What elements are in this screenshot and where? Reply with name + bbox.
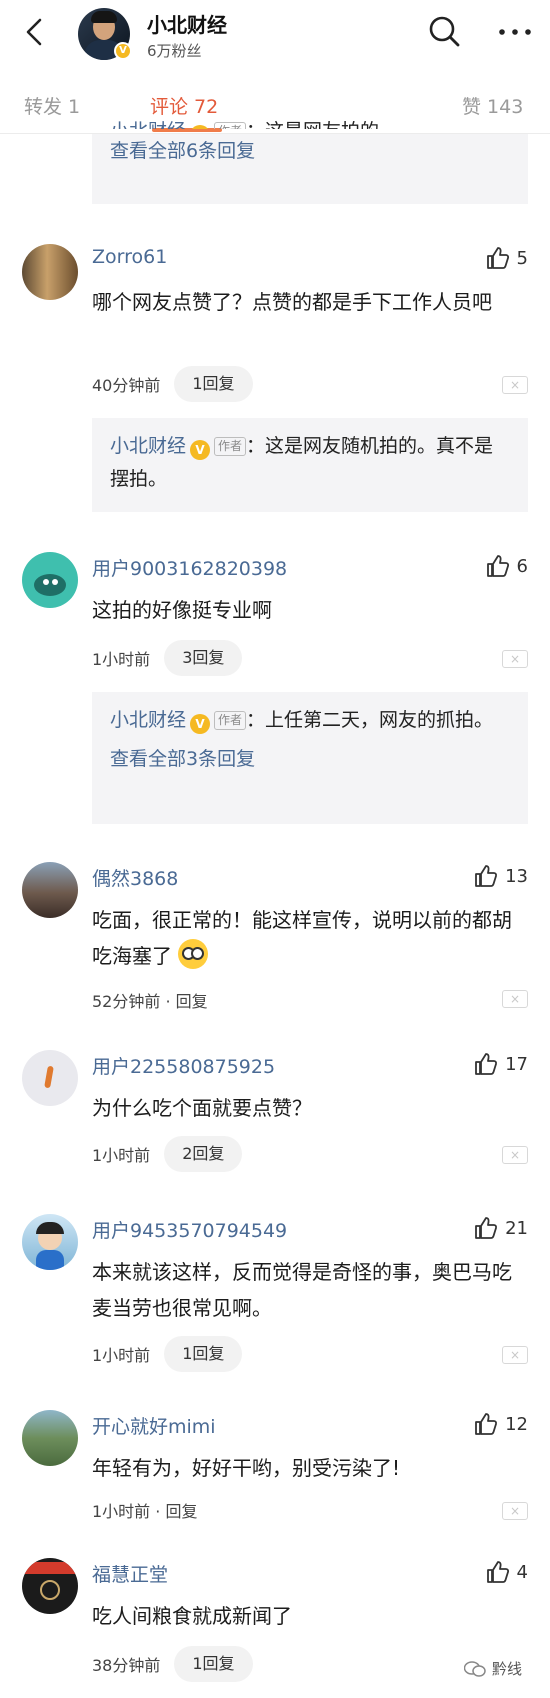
user-avatar[interactable] [22,244,78,300]
comment-text: 为什么吃个面就要点赞？ [92,1096,312,1120]
thumbs-up-icon [475,1217,498,1239]
fans-count: 6万粉丝 [147,42,202,60]
user-avatar[interactable] [22,552,78,608]
comment-text: 吃面，很正常的！能这样宣传，说明以前的都胡吃海塞了 [92,908,512,969]
author-tag: 作者 [214,437,247,456]
comment-time[interactable]: 1小时前 · 回复 [92,1498,197,1522]
verified-badge-icon: V [114,42,132,60]
reply-count-button[interactable]: 1回复 [174,366,253,402]
shocked-face-emoji-icon [178,939,209,969]
comment-meta: 1小时前 1回复 [92,1336,243,1372]
comment-time[interactable]: 52分钟前 · 回复 [92,988,208,1012]
user-avatar[interactable] [22,1558,78,1614]
dismiss-icon[interactable]: × [502,1146,528,1164]
top-bar: V 小北财经 6万粉丝 [0,0,550,66]
reply-author[interactable]: 小北财经 [110,120,186,129]
comment-time: 1小时前 [92,650,151,669]
comment-text: 这拍的好像挺专业啊 [92,598,272,622]
user-avatar[interactable] [22,1050,78,1106]
like-count: 6 [516,555,528,577]
thumbs-up-icon [486,1561,509,1583]
comment-text: 年轻有为，好好干哟，别受污染了! [92,1456,401,1480]
view-all-replies-link[interactable]: 查看全部6条回复 [110,135,510,168]
verified-badge-icon: V [190,440,211,460]
reply-count-button[interactable]: 2回复 [164,1136,243,1172]
dismiss-icon[interactable]: × [502,376,528,394]
search-icon[interactable] [427,14,461,48]
comment-meta: 52分钟前 · 回复 [92,988,208,1012]
reply-count-button[interactable]: 3回复 [164,640,243,676]
user-avatar[interactable] [22,1214,78,1270]
like-count: 17 [505,1053,528,1075]
reply-author[interactable]: 小北财经 [110,435,186,457]
like-button[interactable]: 21 [473,1214,528,1242]
comment-username[interactable]: 用户225580875925 [92,1052,275,1079]
like-button[interactable]: 17 [473,1050,528,1078]
reply-count-button[interactable]: 1回复 [164,1336,243,1372]
comment-username[interactable]: 开心就好mimi [92,1412,216,1439]
back-arrow-icon[interactable] [18,15,52,49]
user-avatar[interactable] [22,862,78,918]
like-count: 5 [516,247,528,269]
comment-meta: 1小时前 3回复 [92,640,243,676]
comment-username[interactable]: 偶然3868 [92,864,178,891]
comment-time: 38分钟前 [92,1656,161,1675]
user-avatar[interactable] [22,1410,78,1466]
comment-meta: 38分钟前 1回复 [92,1646,253,1682]
comment-meta: 1小时前 · 回复 [92,1498,197,1522]
comments-page: V 小北财经 6万粉丝 转发 1 评论 72 赞 143 小北财经V作者：这是网… [0,0,550,1698]
like-count: 12 [505,1413,528,1435]
wechat-icon [463,1660,486,1677]
author-tag: 作者 [214,711,247,730]
author-tag: 作者 [214,122,247,129]
comment-text: 吃人间粮食就成新闻了 [92,1604,292,1628]
comment-time: 40分钟前 [92,376,161,395]
watermark: 黔线 [463,1658,522,1679]
thumbs-up-icon [475,1053,498,1075]
like-button[interactable]: 13 [473,862,528,890]
comment-text: 本来就该这样，反而觉得是奇怪的事，奥巴马吃麦当劳也很常见啊。 [92,1260,512,1320]
like-count: 21 [505,1217,528,1239]
dismiss-icon[interactable]: × [502,650,528,668]
reply-text: ：上任第二天，网友的抓拍。 [246,709,494,731]
comment-time: 1小时前 [92,1146,151,1165]
verified-badge-icon: V [190,125,211,129]
comment-username[interactable]: 用户9453570794549 [92,1216,287,1243]
verified-badge-icon: V [190,714,211,734]
thumbs-up-icon [475,865,498,887]
reply-author[interactable]: 小北财经 [110,709,186,731]
like-button[interactable]: 5 [485,244,528,272]
reply-count-button[interactable]: 1回复 [174,1646,253,1682]
comment-username[interactable]: 福慧正堂 [92,1560,168,1587]
reply-text: ：这是网友拍的。 [246,120,398,129]
author-reply: 小北财经 V 作者 ：这是网友随机拍的。真不是摆拍。 [92,418,528,512]
thumbs-up-icon [486,247,509,269]
like-button[interactable]: 12 [473,1410,528,1438]
comment-meta: 40分钟前 1回复 [92,366,253,402]
author-reply: 小北财经 V 作者 ：上任第二天，网友的抓拍。 查看全部3条回复 [92,692,528,824]
like-button[interactable]: 6 [485,552,528,580]
comment-time: 1小时前 [92,1346,151,1365]
thumbs-up-icon [486,555,509,577]
view-all-replies-link[interactable]: 查看全部3条回复 [110,743,510,776]
more-options-icon[interactable] [497,22,533,42]
comment-text: 哪个网友点赞了？点赞的都是手下工作人员吧 [92,290,492,314]
like-button[interactable]: 4 [485,1558,528,1586]
like-count: 4 [516,1561,528,1583]
dismiss-icon[interactable]: × [502,1346,528,1364]
watermark-text: 黔线 [491,1660,522,1678]
comment-username[interactable]: 用户9003162820398 [92,554,287,581]
like-count: 13 [505,865,528,887]
comment-meta: 1小时前 2回复 [92,1136,243,1172]
account-name[interactable]: 小北财经 [147,9,227,38]
dismiss-icon[interactable]: × [502,1502,528,1520]
dismiss-icon[interactable]: × [502,990,528,1008]
reply-preview-partial: 小北财经 V作者：这是网友拍的。 查看全部6条回复 [92,120,528,204]
comment-username[interactable]: Zorro61 [92,246,167,268]
tab-reposts[interactable]: 转发 1 [24,92,80,119]
thumbs-up-icon [475,1413,498,1435]
